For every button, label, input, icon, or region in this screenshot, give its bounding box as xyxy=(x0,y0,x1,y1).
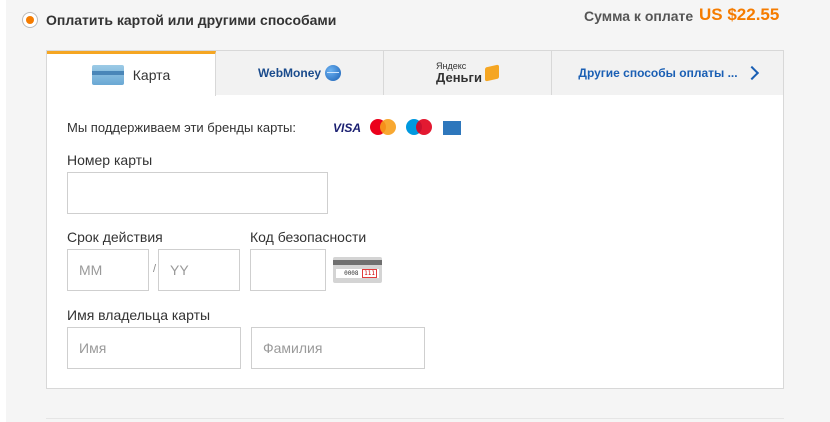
card-icon xyxy=(91,65,124,85)
tab-card-label: Карта xyxy=(132,67,171,83)
cvv-example-number: 0008 xyxy=(344,270,359,277)
cvv-label: Код безопасности xyxy=(250,229,367,245)
payment-option-radio[interactable] xyxy=(22,12,38,28)
tab-other-methods-label: Другие способы оплаты ... xyxy=(578,66,738,80)
cvv-example-code: 111 xyxy=(362,269,377,278)
cvv-input[interactable] xyxy=(250,249,326,291)
expiry-year-input[interactable] xyxy=(158,249,240,291)
visa-logo: VISA xyxy=(333,121,362,135)
expiry-label: Срок действия xyxy=(67,229,163,245)
cvv-hint-icon: 0008 111 xyxy=(333,257,382,283)
amount-value: US $22.55 xyxy=(699,5,780,24)
maestro-logo-icon xyxy=(406,119,432,135)
radio-selected-dot xyxy=(26,16,34,24)
card-number-input[interactable] xyxy=(67,172,328,214)
card-number-label: Номер карты xyxy=(67,152,153,168)
last-name-input[interactable] xyxy=(251,327,425,369)
webmoney-globe-icon xyxy=(325,65,342,81)
payment-option-label[interactable]: Оплатить картой или другими способами xyxy=(46,12,336,28)
yandex-money-logo: Яндекс Деньги xyxy=(436,62,482,85)
tab-webmoney[interactable]: WebMoney xyxy=(216,51,384,95)
yandex-wallet-icon xyxy=(484,64,499,82)
expiry-separator: / xyxy=(153,263,157,275)
expiry-month-input[interactable] xyxy=(67,249,149,291)
tab-other-methods[interactable]: Другие способы оплаты ... xyxy=(552,51,783,95)
amex-logo-icon xyxy=(443,121,461,135)
tab-yandex-money[interactable]: Яндекс Деньги xyxy=(384,51,552,95)
mastercard-logo-icon xyxy=(370,119,396,135)
payment-form-box: Карта WebMoney Яндекс Деньги Другие спос… xyxy=(46,50,784,389)
payment-method-tabs: Карта WebMoney Яндекс Деньги Другие спос… xyxy=(47,51,783,96)
yandex-money-label: Деньги xyxy=(436,70,482,85)
cardholder-label: Имя владельца карты xyxy=(67,307,211,323)
tab-webmoney-label: WebMoney xyxy=(257,66,322,80)
tab-card[interactable]: Карта xyxy=(47,51,216,96)
panel-divider xyxy=(46,418,784,419)
chevron-right-icon xyxy=(744,65,759,81)
supported-brands-label: Мы поддерживаем эти бренды карты: xyxy=(67,120,296,135)
amount-label: Сумма к оплате xyxy=(584,8,694,24)
first-name-input[interactable] xyxy=(67,327,241,369)
